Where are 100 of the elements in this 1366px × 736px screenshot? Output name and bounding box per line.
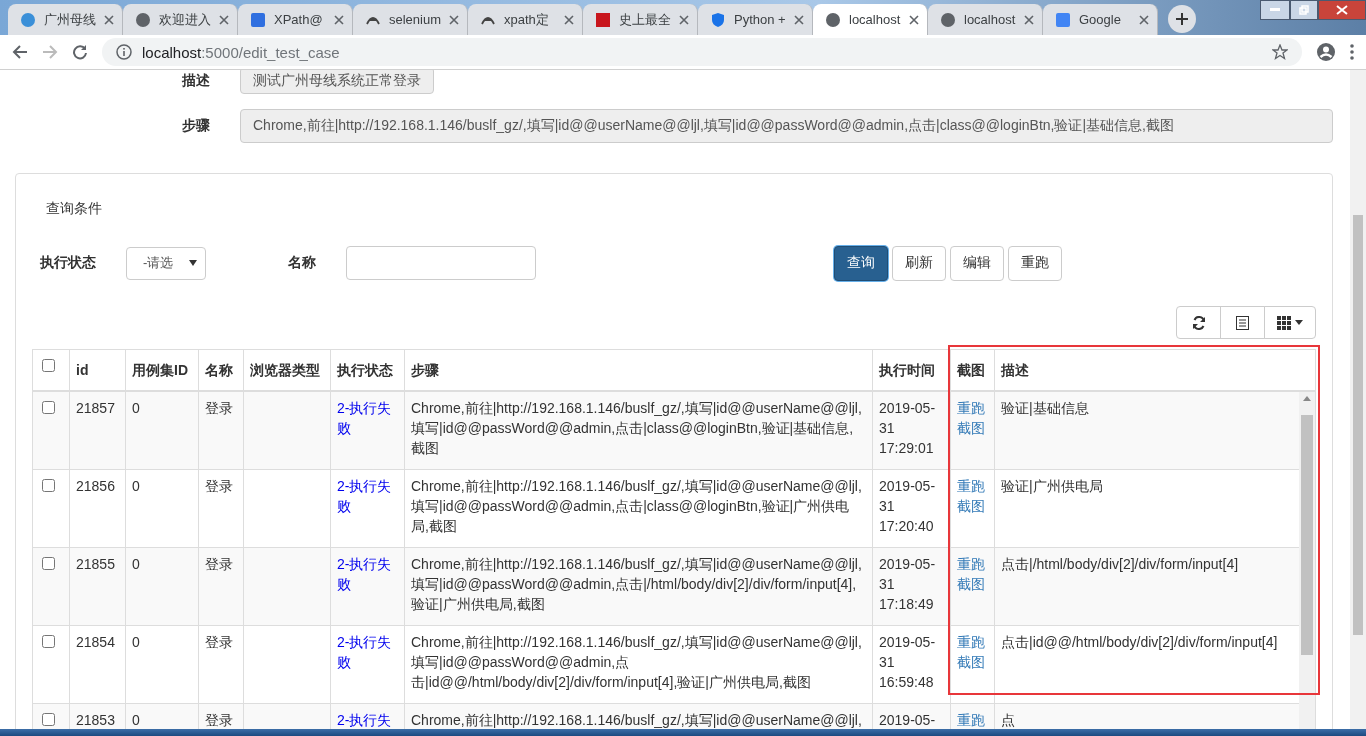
close-icon[interactable] xyxy=(564,14,574,25)
action-button[interactable]: 刷新 xyxy=(892,245,946,281)
column-header: 截图 xyxy=(957,361,985,380)
table-cell-text: 21856 xyxy=(76,477,115,496)
close-icon[interactable] xyxy=(679,14,689,25)
action-button[interactable]: 查询 xyxy=(834,245,888,281)
table-cell-text: 21854 xyxy=(76,633,115,652)
close-icon[interactable] xyxy=(1139,14,1149,25)
minimize-button[interactable] xyxy=(1260,0,1290,20)
new-tab-button[interactable] xyxy=(1168,5,1196,33)
site-icon xyxy=(595,11,611,28)
menu-icon[interactable] xyxy=(1350,44,1354,60)
star-icon[interactable] xyxy=(1272,44,1288,60)
column-header: 步骤 xyxy=(411,361,439,380)
table-cell-text: 点击|/html/body/div[2]/div/form/input[4] xyxy=(1001,555,1239,574)
scroll-up-icon xyxy=(1303,396,1311,401)
table-cell-text: 0 xyxy=(132,399,140,418)
close-window-button[interactable] xyxy=(1318,0,1366,20)
browser-tab[interactable]: xpath定 xyxy=(468,4,583,35)
site-icon xyxy=(20,11,36,28)
site-icon xyxy=(940,11,956,28)
scrollbar-thumb[interactable] xyxy=(1353,215,1363,635)
status-text: 2-执行失 xyxy=(337,711,392,729)
browser-tab[interactable]: 欢迎进入 xyxy=(123,4,238,35)
table-cell-text: 登录 xyxy=(205,399,233,418)
table-link[interactable]: 重跑 xyxy=(957,554,985,574)
address-bar[interactable]: localhost:5000/edit_test_case xyxy=(102,38,1302,66)
browser-tab[interactable]: 史上最全 xyxy=(583,4,698,35)
browser-tab[interactable]: selenium xyxy=(353,4,468,35)
scrollbar-thumb[interactable] xyxy=(1301,415,1313,655)
table-cell-text: 登录 xyxy=(205,633,233,652)
row-checkbox[interactable] xyxy=(42,479,55,492)
toggle-view-button[interactable] xyxy=(1220,306,1265,339)
refresh-icon xyxy=(1191,315,1206,330)
row-checkbox[interactable] xyxy=(42,713,55,726)
status-text: 2-执行失败 xyxy=(337,399,393,438)
refresh-button[interactable] xyxy=(1176,306,1221,339)
table-link[interactable]: 截图 xyxy=(957,652,985,672)
close-icon[interactable] xyxy=(219,14,229,25)
minimize-icon xyxy=(1270,8,1280,12)
site-icon xyxy=(825,11,841,28)
table-link[interactable]: 重跑 xyxy=(957,476,985,496)
close-icon[interactable] xyxy=(794,14,804,25)
reload-icon[interactable] xyxy=(72,44,88,60)
caret-icon xyxy=(189,260,197,266)
table-cell-text: 登录 xyxy=(205,555,233,574)
table-cell-text: Chrome,前往|http://192.168.1.146/buslf_gz/,填写|id@@userName@@ljl, xyxy=(411,711,862,729)
table-link[interactable]: 截图 xyxy=(957,496,985,516)
name-input[interactable] xyxy=(346,246,536,280)
action-button[interactable]: 编辑 xyxy=(950,245,1004,281)
table-cell-text: 登录 xyxy=(205,711,233,729)
select-all-checkbox[interactable] xyxy=(42,359,55,372)
caret-icon xyxy=(1295,320,1303,325)
browser-tab[interactable]: localhost xyxy=(928,4,1043,35)
table-link[interactable]: 截图 xyxy=(957,574,985,594)
list-icon xyxy=(1236,315,1249,330)
close-icon[interactable] xyxy=(1024,14,1034,25)
table-cell-text: 点 xyxy=(1001,711,1015,729)
close-icon[interactable] xyxy=(909,14,919,25)
close-icon[interactable] xyxy=(334,14,344,25)
browser-tab[interactable]: localhost xyxy=(813,4,928,35)
close-icon[interactable] xyxy=(449,14,459,25)
restore-icon xyxy=(1299,5,1309,15)
table-scrollbar[interactable] xyxy=(1299,392,1315,729)
table-cell-text: 0 xyxy=(132,477,140,496)
close-icon[interactable] xyxy=(104,14,114,25)
account-icon[interactable] xyxy=(1316,42,1336,62)
site-icon xyxy=(135,11,151,28)
back-icon[interactable] xyxy=(12,44,28,60)
action-button[interactable]: 重跑 xyxy=(1008,245,1062,281)
table-cell-text: 验证|广州供电局 xyxy=(1001,477,1103,496)
row-checkbox[interactable] xyxy=(42,557,55,570)
table-link[interactable]: 重跑 xyxy=(957,710,985,729)
status-text: 2-执行失败 xyxy=(337,555,393,594)
table-cell-text: 2019-05-31 17:20:40 xyxy=(879,477,937,536)
browser-tab[interactable]: 广州母线 xyxy=(8,4,123,35)
browser-tab[interactable]: Google xyxy=(1043,4,1158,35)
column-header: 浏览器类型 xyxy=(250,361,320,380)
plus-icon xyxy=(1175,12,1189,26)
table-link[interactable]: 重跑 xyxy=(957,632,985,652)
site-icon xyxy=(1055,11,1071,28)
field-label: 步骤 xyxy=(181,117,211,135)
grid-icon xyxy=(1277,315,1291,330)
table-cell-text: 21857 xyxy=(76,399,115,418)
table-cell-text: Chrome,前往|http://192.168.1.146/buslf_gz/,填写|id@@userName@@ljl,填写|id@@passWord@@admin,点击|class@@loginBtn,验证|基础信息,截图 xyxy=(411,399,863,458)
page-scrollbar[interactable] xyxy=(1350,70,1366,729)
browser-tab[interactable]: Python + xyxy=(698,4,813,35)
table-cell-text: 0 xyxy=(132,711,140,729)
browser-tab[interactable]: XPath@ xyxy=(238,4,353,35)
restore-button[interactable] xyxy=(1290,0,1318,20)
status-select[interactable]: -请选 xyxy=(126,246,206,280)
table-cell-text: 21853 xyxy=(76,711,115,729)
table-cell-text: Chrome,前往|http://192.168.1.146/buslf_gz/,填写|id@@userName@@ljl,填写|id@@passWord@@admin,点击|id@@/html/body/div[2]/div/form/input[4],验证|广州供电局,截图 xyxy=(411,633,863,692)
filter-label: 名称 xyxy=(288,254,316,272)
table-link[interactable]: 截图 xyxy=(957,418,985,438)
row-checkbox[interactable] xyxy=(42,635,55,648)
table-link[interactable]: 重跑 xyxy=(957,398,985,418)
columns-button[interactable] xyxy=(1264,306,1316,339)
row-checkbox[interactable] xyxy=(42,401,55,414)
table-cell-text: 2019-05-31 17:18:49 xyxy=(879,555,937,614)
